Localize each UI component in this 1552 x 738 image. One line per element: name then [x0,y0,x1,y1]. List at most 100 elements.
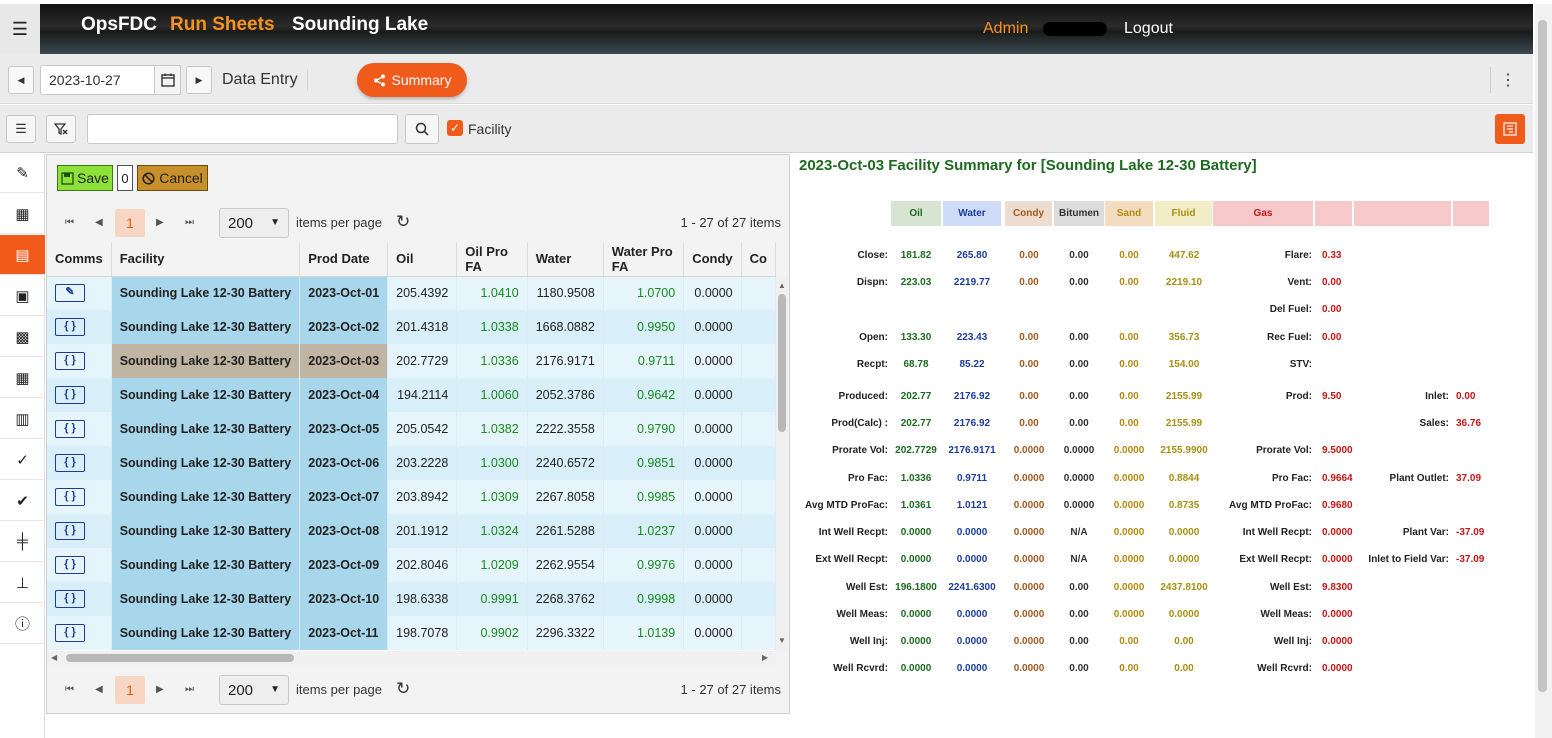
table-cell[interactable]: 1668.0882 [527,310,604,344]
table-cell[interactable]: 2296.3322 [527,616,604,650]
column-header[interactable]: Condy [683,242,742,277]
table-cell[interactable]: Sounding Lake 12-30 Battery [111,446,301,480]
table-cell[interactable]: 2023-Oct-01 [299,276,389,310]
table-row[interactable]: { } Sounding Lake 12-30 Battery 2023-Oct-1… [47,582,776,616]
table-cell[interactable]: 1.0382 [456,412,528,446]
grid-vertical-scroll-thumb[interactable] [778,294,786,432]
table-cell[interactable]: 2262.9554 [527,548,604,582]
table-cell[interactable]: 1.0309 [456,480,528,514]
table-cell[interactable]: 2023-Oct-07 [299,480,389,514]
table-cell[interactable]: 1.0338 [456,310,528,344]
table-cell[interactable]: 0.0000 [683,548,742,582]
table-cell[interactable]: 2023-Oct-09 [299,548,389,582]
table-cell[interactable]: 0.0000 [683,276,742,310]
table-cell[interactable]: Sounding Lake 12-30 Battery [111,480,301,514]
table-cell[interactable]: 0.9950 [603,310,685,344]
summary-button[interactable]: Summary [357,63,467,97]
table-cell[interactable]: 0.0000 [683,446,742,480]
table-row[interactable]: { } Sounding Lake 12-30 Battery 2023-Oct-1… [47,616,776,650]
scroll-up-icon[interactable]: ▲ [778,281,786,290]
table-cell[interactable] [741,616,776,650]
table-cell[interactable]: 202.7729 [387,344,458,378]
sidebar-item-edit[interactable]: ✎ [0,153,45,193]
page-size-select[interactable]: 200 ▼ [219,675,289,705]
save-button[interactable]: Save [57,165,113,191]
table-row[interactable]: { } Sounding Lake 12-30 Battery 2023-Oct-0… [47,344,776,378]
sidebar-item-wells[interactable]: ╪ [0,522,45,562]
sidebar-item-verify[interactable]: ✔ [0,481,45,521]
column-header[interactable]: Co [741,242,776,277]
admin-link[interactable]: Admin [983,20,1028,38]
facility-checkbox-label[interactable]: Facility [468,121,512,137]
clear-filter-button[interactable] [46,115,76,143]
column-header[interactable]: Facility [111,242,301,277]
sidebar-item-approve[interactable]: ✓ [0,440,45,480]
comments-cell[interactable]: { } [47,616,112,650]
table-cell[interactable] [741,582,776,616]
comments-cell[interactable]: { } [47,378,112,412]
search-input[interactable] [87,114,398,144]
table-cell[interactable]: 2267.8058 [527,480,604,514]
table-cell[interactable]: Sounding Lake 12-30 Battery [111,616,301,650]
table-cell[interactable]: Sounding Lake 12-30 Battery [111,310,301,344]
comments-cell[interactable]: { } [47,446,112,480]
table-cell[interactable]: Sounding Lake 12-30 Battery [111,548,301,582]
comments-cell[interactable]: { } [47,412,112,446]
table-cell[interactable]: 2052.3786 [527,378,604,412]
table-cell[interactable] [741,480,776,514]
previous-page-icon[interactable]: ◀ [95,684,103,695]
json-comment-icon[interactable]: { } [55,590,85,608]
json-comment-icon[interactable]: { } [55,488,85,506]
module-name[interactable]: Run Sheets [170,14,275,36]
table-row[interactable]: { } Sounding Lake 12-30 Battery 2023-Oct-0… [47,446,776,480]
table-cell[interactable]: 1.0700 [603,276,685,310]
table-cell[interactable]: 1.0237 [603,514,685,548]
table-cell[interactable]: 0.9976 [603,548,685,582]
column-header[interactable]: Prod Date [299,242,389,277]
scroll-left-icon[interactable]: ◀ [51,653,57,662]
table-cell[interactable]: 0.0000 [683,582,742,616]
table-cell[interactable]: 0.0000 [683,480,742,514]
table-cell[interactable]: 2261.5288 [527,514,604,548]
table-cell[interactable] [741,276,776,310]
table-cell[interactable]: 1.0060 [456,378,528,412]
table-row[interactable]: { } Sounding Lake 12-30 Battery 2023-Oct-0… [47,412,776,446]
table-cell[interactable]: 203.8942 [387,480,458,514]
table-cell[interactable]: 0.9902 [456,616,528,650]
app-name[interactable]: OpsFDC [81,14,157,36]
comments-cell[interactable]: { } [47,310,112,344]
table-cell[interactable]: 0.9985 [603,480,685,514]
next-page-icon[interactable]: ▶ [156,684,164,695]
table-cell[interactable]: Sounding Lake 12-30 Battery [111,378,301,412]
table-cell[interactable]: 2023-Oct-05 [299,412,389,446]
json-comment-icon[interactable]: { } [55,352,85,370]
table-cell[interactable]: 0.0000 [683,412,742,446]
last-page-icon[interactable]: ⏭ [185,217,194,228]
table-cell[interactable] [741,514,776,548]
sidebar-item-run-sheet[interactable]: ▤ [0,235,45,275]
first-page-icon[interactable]: ⏮ [65,684,74,695]
table-row[interactable]: { } Sounding Lake 12-30 Battery 2023-Oct-0… [47,378,776,412]
table-cell[interactable]: 0.9790 [603,412,685,446]
previous-page-icon[interactable]: ◀ [95,217,103,228]
previous-date-button[interactable]: ◀ [8,66,34,94]
table-cell[interactable]: 0.0000 [683,310,742,344]
table-cell[interactable]: 201.1912 [387,514,458,548]
table-cell[interactable]: 194.2114 [387,378,458,412]
table-cell[interactable]: 0.9711 [603,344,685,378]
table-row[interactable]: ✎ Sounding Lake 12-30 Battery 2023-Oct-01 2… [47,276,776,310]
column-header[interactable]: Water Pro FA [603,242,685,277]
table-cell[interactable]: Sounding Lake 12-30 Battery [111,582,301,616]
table-cell[interactable]: 0.9998 [603,582,685,616]
table-cell[interactable] [741,378,776,412]
table-cell[interactable]: 2023-Oct-11 [299,616,389,650]
json-comment-icon[interactable]: { } [55,318,85,336]
scroll-right-icon[interactable]: ▶ [762,653,768,662]
table-cell[interactable]: 1180.9508 [527,276,604,310]
edit-comment-icon[interactable]: ✎ [55,284,85,303]
page-vertical-scroll-thumb[interactable] [1538,20,1547,692]
table-cell[interactable]: 2023-Oct-03 [299,344,389,378]
table-cell[interactable] [741,548,776,582]
table-cell[interactable]: 203.2228 [387,446,458,480]
table-cell[interactable]: 1.0209 [456,548,528,582]
